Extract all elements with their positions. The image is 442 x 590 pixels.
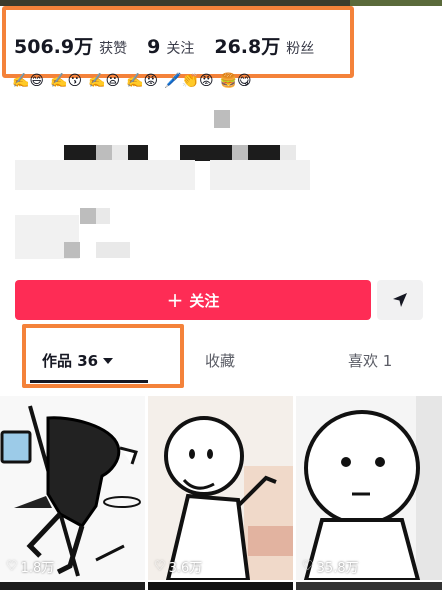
- tab-liked-label: 喜欢 1: [348, 352, 393, 370]
- share-button[interactable]: [377, 280, 423, 320]
- profile-tabs: 作品 36 收藏 喜欢 1: [0, 324, 442, 388]
- tab-highlight-box: [22, 324, 184, 388]
- heart-icon: ♡: [6, 559, 18, 574]
- profile-stats-section: 506.9万 获赞 9 关注 26.8万 粉丝: [0, 6, 442, 78]
- video-likes-count: 35.8万: [316, 561, 359, 576]
- bio-emoji-row: ✍️😄 ✍️😗 ✍️😦 ✍️😡 🖊️👏😡 🍔😋: [12, 72, 252, 90]
- video-likes: ♡ 1.8万: [6, 557, 54, 576]
- next-row-tile: [296, 582, 442, 590]
- next-row-tile: [148, 582, 293, 590]
- video-likes-count: 1.8万: [20, 561, 55, 576]
- video-tile[interactable]: ♡ 35.8万: [296, 396, 442, 580]
- bio-emoji: ✍️😗: [50, 73, 83, 89]
- heart-icon: ♡: [154, 559, 166, 574]
- next-row-tile: [0, 582, 145, 590]
- bio-emoji: ✍️😡: [126, 73, 159, 89]
- bio-emoji: ✍️😦: [88, 73, 121, 89]
- bio-emoji: ✍️😄: [12, 73, 45, 89]
- heart-icon: ♡: [302, 559, 314, 574]
- tab-favorites-label: 收藏: [205, 352, 236, 370]
- follow-button-label: 关注: [189, 291, 220, 310]
- video-grid: ♡ 1.8万 ♡ 3.6万 ♡ 35.8万: [0, 396, 442, 590]
- send-icon: [393, 293, 407, 307]
- stats-highlight-box: [2, 6, 354, 78]
- video-tile[interactable]: ♡ 3.6万: [148, 396, 293, 580]
- tab-favorites[interactable]: 收藏: [205, 350, 235, 371]
- video-thumbnail: [148, 396, 293, 580]
- video-thumbnail: [0, 396, 145, 580]
- video-likes: ♡ 3.6万: [154, 557, 202, 576]
- video-likes-count: 3.6万: [168, 561, 203, 576]
- bio-emoji: 🖊️👏😡: [164, 73, 214, 89]
- video-thumbnail: [296, 396, 442, 580]
- video-tile[interactable]: ♡ 1.8万: [0, 396, 145, 580]
- plus-icon: +: [166, 288, 184, 312]
- tab-liked[interactable]: 喜欢 1: [348, 350, 392, 371]
- follow-button[interactable]: + 关注: [15, 280, 371, 320]
- video-likes: ♡ 35.8万: [302, 557, 359, 576]
- bio-emoji: 🍔😋: [219, 73, 252, 89]
